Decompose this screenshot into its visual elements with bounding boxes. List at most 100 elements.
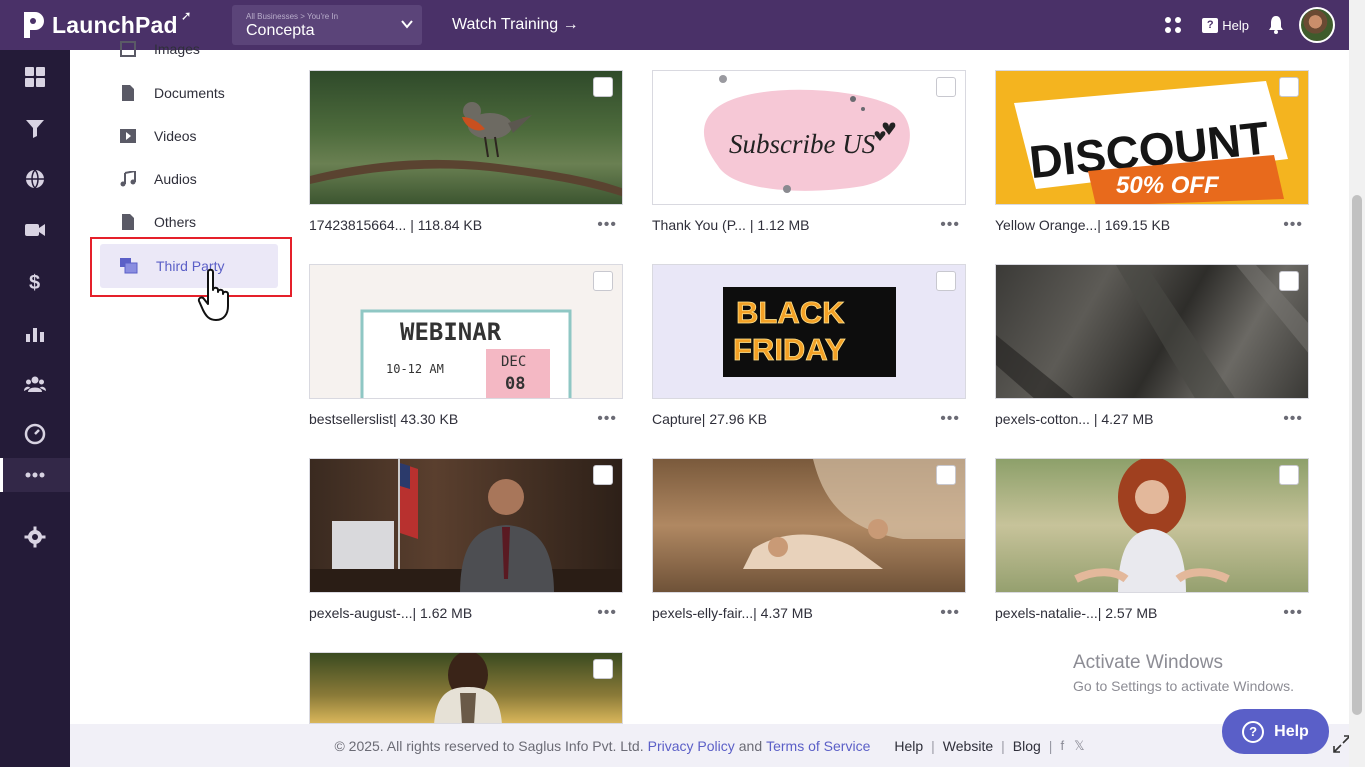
watch-training-link[interactable]: Watch Training → — [452, 16, 579, 34]
media-card[interactable]: pexels-elly-fair...| 4.37 MB ••• — [652, 458, 966, 622]
overlay-text: DEC — [501, 354, 526, 370]
media-thumbnail[interactable] — [309, 70, 623, 205]
media-card[interactable] — [309, 652, 623, 724]
select-checkbox[interactable] — [936, 271, 956, 291]
media-filename: pexels-natalie-...| 2.57 MB — [995, 605, 1158, 621]
media-thumbnail[interactable] — [652, 458, 966, 593]
more-options-icon[interactable]: ••• — [1283, 216, 1303, 234]
media-card[interactable]: DISCOUNT 50% OFF Yellow Orange...| 169.1… — [995, 70, 1309, 234]
select-checkbox[interactable] — [1279, 77, 1299, 97]
select-checkbox[interactable] — [936, 77, 956, 97]
help-chat-button[interactable]: ? Help — [1222, 709, 1329, 754]
help-chat-label: Help — [1274, 722, 1309, 740]
subnav-item-documents[interactable]: Documents — [120, 85, 225, 101]
select-checkbox[interactable] — [593, 465, 613, 485]
more-options-icon[interactable]: ••• — [597, 410, 617, 428]
more-options-icon[interactable]: ••• — [597, 604, 617, 622]
media-card[interactable]: BLACK FRIDAY Capture| 27.96 KB ••• — [652, 264, 966, 428]
copyright-text: © 2025. All rights reserved to Saglus In… — [334, 737, 644, 754]
media-filename: Capture| 27.96 KB — [652, 411, 767, 427]
media-thumbnail[interactable] — [309, 652, 623, 724]
business-selector[interactable]: All Businesses > You're In Concepta — [232, 5, 422, 45]
funnel-icon[interactable] — [0, 111, 70, 145]
rocket-icon: ➚ — [180, 8, 192, 23]
media-filename: 17423815664... | 118.84 KB — [309, 217, 483, 233]
overlay-text: 08 — [505, 374, 525, 394]
apps-grid-icon[interactable] — [1164, 16, 1182, 34]
media-card[interactable]: WEBINAR 10-12 AM DEC 08 bestsellerslist|… — [309, 264, 623, 428]
footer-website-link[interactable]: Website — [943, 738, 993, 754]
footer-blog-link[interactable]: Blog — [1013, 738, 1041, 754]
media-card[interactable]: Subscribe US Thank You (P... | 1.12 MB •… — [652, 70, 966, 234]
more-options-icon[interactable]: ••• — [940, 216, 960, 234]
media-card[interactable]: pexels-natalie-...| 2.57 MB ••• — [995, 458, 1309, 622]
footer: © 2025. All rights reserved to Saglus In… — [70, 724, 1349, 767]
globe-icon[interactable] — [0, 162, 70, 196]
media-card[interactable]: 17423815664... | 118.84 KB ••• — [309, 70, 623, 234]
media-thumbnail[interactable]: DISCOUNT 50% OFF — [995, 70, 1309, 205]
select-checkbox[interactable] — [593, 77, 613, 97]
more-options-icon[interactable]: ••• — [940, 410, 960, 428]
overlay-text: WEBINAR — [400, 318, 502, 346]
terms-of-service-link[interactable]: Terms of Service — [766, 738, 870, 754]
cotton-texture-image — [996, 265, 1308, 398]
business-breadcrumb: All Businesses > You're In — [246, 12, 339, 21]
more-icon[interactable] — [0, 458, 70, 492]
select-checkbox[interactable] — [1279, 271, 1299, 291]
settings-icon[interactable] — [0, 520, 70, 554]
app-name: LaunchPad — [52, 11, 178, 38]
business-name: Concepta — [246, 22, 315, 39]
dollar-icon[interactable]: $ — [0, 264, 70, 298]
media-filename: Thank You (P... | 1.12 MB — [652, 217, 810, 233]
help-label: Help — [1222, 17, 1249, 33]
subnav-item-images[interactable]: Images — [120, 41, 200, 57]
select-checkbox[interactable] — [593, 271, 613, 291]
watermark-title: Activate Windows — [1073, 652, 1223, 673]
question-icon: ? — [1202, 17, 1219, 33]
gauge-icon[interactable] — [0, 417, 70, 451]
media-thumbnail[interactable]: BLACK FRIDAY — [652, 264, 966, 399]
select-checkbox[interactable] — [936, 465, 956, 485]
media-category-nav: Images Documents Videos Audios Others Th… — [70, 41, 295, 724]
footer-separator: | — [931, 737, 935, 754]
privacy-policy-link[interactable]: Privacy Policy — [648, 738, 735, 754]
more-options-icon[interactable]: ••• — [1283, 604, 1303, 622]
media-thumbnail[interactable]: WEBINAR 10-12 AM DEC 08 — [309, 264, 623, 399]
subnav-item-others[interactable]: Others — [120, 214, 196, 230]
file-icon — [122, 214, 134, 230]
more-options-icon[interactable]: ••• — [1283, 410, 1303, 428]
overlay-text: BLACK — [736, 295, 845, 330]
media-card[interactable]: pexels-august-...| 1.62 MB ••• — [309, 458, 623, 622]
subnav-label: Audios — [154, 171, 197, 187]
left-icon-nav: $ — [0, 50, 70, 767]
facebook-icon[interactable]: f — [1060, 738, 1064, 753]
more-options-icon[interactable]: ••• — [940, 604, 960, 622]
analytics-icon[interactable] — [0, 316, 70, 350]
page-scrollbar[interactable] — [1349, 0, 1365, 767]
video-camera-icon[interactable] — [0, 213, 70, 247]
media-filename: pexels-elly-fair...| 4.37 MB — [652, 605, 813, 621]
help-link[interactable]: ? Help — [1202, 17, 1249, 33]
media-filename: pexels-cotton... | 4.27 MB — [995, 411, 1154, 427]
footer-help-link[interactable]: Help — [894, 738, 923, 754]
user-avatar[interactable] — [1299, 7, 1335, 43]
launchpad-logo[interactable]: LaunchPad ➚ — [20, 8, 220, 40]
subnav-item-audios[interactable]: Audios — [120, 171, 197, 187]
subnav-label: Videos — [154, 128, 197, 144]
bird-image — [310, 102, 622, 197]
media-thumbnail[interactable] — [995, 458, 1309, 593]
scrollbar-thumb[interactable] — [1352, 195, 1362, 715]
select-checkbox[interactable] — [1279, 465, 1299, 485]
people-icon[interactable] — [0, 367, 70, 401]
dashboard-icon[interactable] — [0, 60, 70, 94]
media-thumbnail[interactable] — [995, 264, 1309, 399]
select-checkbox[interactable] — [593, 659, 613, 679]
more-options-icon[interactable]: ••• — [597, 216, 617, 234]
media-thumbnail[interactable]: Subscribe US — [652, 70, 966, 205]
media-card[interactable]: pexels-cotton... | 4.27 MB ••• — [995, 264, 1309, 428]
music-note-icon — [120, 171, 136, 187]
x-twitter-icon[interactable]: 𝕏 — [1074, 738, 1084, 754]
bell-icon[interactable] — [1267, 15, 1285, 35]
subnav-item-videos[interactable]: Videos — [120, 128, 197, 144]
media-thumbnail[interactable] — [309, 458, 623, 593]
